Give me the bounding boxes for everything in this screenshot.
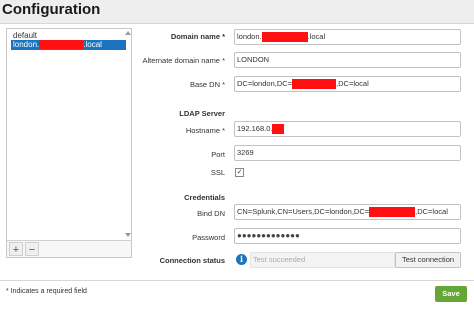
page-title: Configuration <box>2 1 101 18</box>
list-item-label: default <box>13 31 38 40</box>
port-field[interactable]: 3269 <box>234 145 461 161</box>
required-field-note: * Indicates a required field <box>6 288 87 295</box>
redaction-mark <box>261 32 308 42</box>
password-label: Password <box>192 233 225 242</box>
redaction-mark <box>369 207 416 217</box>
info-icon: i <box>236 254 247 265</box>
password-field[interactable]: ●●●●●●●●●●●●● <box>234 228 461 244</box>
redaction-mark <box>39 40 84 49</box>
domain-name-field[interactable]: london. .local <box>234 29 461 45</box>
save-button[interactable]: Save <box>435 286 467 302</box>
base-dn-label: Base DN * <box>189 80 225 89</box>
connection-status-label: Connection status <box>159 256 225 265</box>
base-dn-value-prefix: DC=london,DC= <box>237 79 293 88</box>
bind-dn-field[interactable]: CN=Splunk,CN=Users,DC=london,DC= ,DC=loca… <box>234 204 461 220</box>
base-dn-field[interactable]: DC=london,DC= ,DC=local <box>234 76 461 92</box>
alternate-domain-name-field[interactable]: LONDON <box>234 52 461 68</box>
bind-dn-value-suffix: ,DC=local <box>415 207 448 216</box>
password-value: ●●●●●●●●●●●●● <box>237 231 300 240</box>
checkmark-icon: ✓ <box>236 169 243 176</box>
domain-name-value-suffix: .local <box>307 32 326 41</box>
redaction-mark <box>292 79 337 89</box>
ssl-label: SSL <box>210 168 225 177</box>
redaction-mark <box>272 124 285 134</box>
hostname-label: Hostname * <box>185 126 225 135</box>
ldap-server-heading: LDAP Server <box>179 109 225 118</box>
hostname-field[interactable]: 192.168.0. <box>234 121 461 137</box>
bind-dn-label: Bind DN <box>197 209 225 218</box>
port-label: Port <box>211 150 225 159</box>
domain-name-value-prefix: london. <box>237 32 262 41</box>
remove-domain-button[interactable]: − <box>25 242 39 256</box>
page-header: Configuration <box>0 0 474 24</box>
alternate-domain-name-label: Alternate domain name * <box>142 56 225 65</box>
add-domain-button[interactable]: + <box>9 242 23 256</box>
credentials-heading: Credentials <box>184 193 225 202</box>
ssl-checkbox[interactable]: ✓ <box>235 168 244 177</box>
bind-dn-value-prefix: CN=Splunk,CN=Users,DC=london,DC= <box>237 207 370 216</box>
footer-divider <box>0 280 474 281</box>
hostname-value-prefix: 192.168.0. <box>237 124 273 133</box>
connection-status-value: Test succeeded <box>250 252 395 268</box>
test-connection-button[interactable]: Test connection <box>395 252 461 268</box>
domain-name-label: Domain name * <box>170 32 225 41</box>
base-dn-value-suffix: ,DC=local <box>336 79 369 88</box>
list-item-label-prefix: london. <box>13 40 40 49</box>
connection-status-row: i Test succeeded Test connection <box>234 252 461 268</box>
